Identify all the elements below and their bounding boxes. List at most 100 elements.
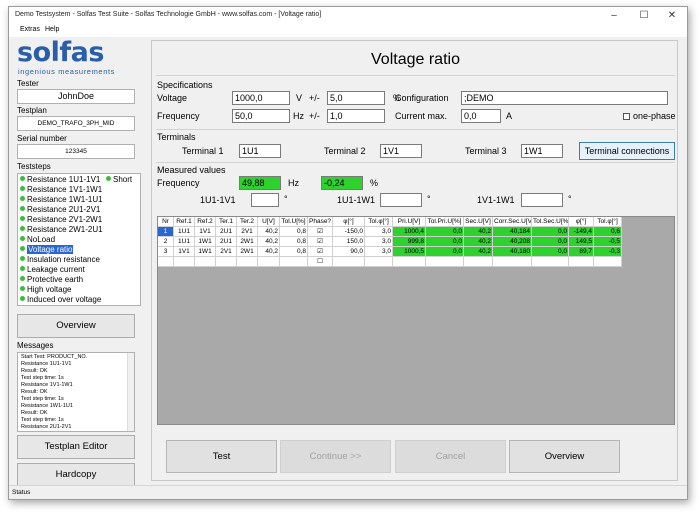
phase-checkbox[interactable]: ☐ xyxy=(308,257,333,267)
column-header[interactable]: Ref.1 xyxy=(174,217,195,227)
frequency-tol-input[interactable]: 1,0 xyxy=(327,109,385,123)
table-cell[interactable]: -150,0 xyxy=(333,227,365,237)
testplan-editor-button[interactable]: Testplan Editor xyxy=(17,435,135,459)
table-cell[interactable] xyxy=(174,257,195,267)
table-cell[interactable] xyxy=(195,257,216,267)
table-cell[interactable]: 2V1 xyxy=(237,227,258,237)
column-header[interactable]: Ter.2 xyxy=(237,217,258,227)
table-cell[interactable]: 3,0 xyxy=(365,247,393,257)
phase-checkbox[interactable]: ☑ xyxy=(308,237,333,247)
table-cell[interactable]: 40,2 xyxy=(464,247,493,257)
table-cell[interactable]: 0,6 xyxy=(594,227,622,237)
table-cell[interactable]: 0,0 xyxy=(532,237,569,247)
table-cell[interactable]: 40,2 xyxy=(258,247,280,257)
phase-checkbox[interactable]: ☑ xyxy=(308,247,333,257)
table-cell[interactable] xyxy=(216,257,237,267)
table-cell[interactable]: 40,2 xyxy=(258,237,280,247)
table-cell[interactable] xyxy=(333,257,365,267)
testplan-field[interactable]: DEMO_TRAFO_3PH_MID xyxy=(17,116,135,131)
table-cell[interactable]: 2U1 xyxy=(216,227,237,237)
table-cell[interactable]: 1U1 xyxy=(174,237,195,247)
short-item[interactable]: Short xyxy=(106,175,132,184)
overview-sidebar-button[interactable]: Overview xyxy=(17,314,135,338)
table-cell[interactable] xyxy=(532,257,569,267)
table-cell[interactable]: -0,3 xyxy=(594,247,622,257)
table-cell[interactable] xyxy=(569,257,594,267)
terminal2-input[interactable]: 1V1 xyxy=(380,144,422,158)
voltage-input[interactable]: 1000,0 xyxy=(232,91,290,105)
table-cell[interactable] xyxy=(426,257,464,267)
table-cell[interactable]: 149,5 xyxy=(569,237,594,247)
table-cell[interactable]: 89,7 xyxy=(569,247,594,257)
tester-field[interactable]: JohnDoe xyxy=(17,89,135,104)
list-item[interactable]: Leakage current xyxy=(20,265,85,274)
column-header[interactable]: Tol.Sec.U[%] xyxy=(532,217,569,227)
table-cell[interactable]: 2U1 xyxy=(216,237,237,247)
terminal-connections-button[interactable]: Terminal connections xyxy=(579,142,675,160)
table-cell[interactable] xyxy=(393,257,426,267)
menu-extras[interactable]: Extras xyxy=(20,26,40,33)
hardcopy-button[interactable]: Hardcopy xyxy=(17,463,135,487)
column-header[interactable]: Tol.Pri.U[%] xyxy=(426,217,464,227)
list-item[interactable]: Resistance 1U1-1V1 xyxy=(20,175,100,184)
column-header[interactable]: U[V] xyxy=(258,217,280,227)
table-cell[interactable] xyxy=(158,257,174,267)
table-cell[interactable]: 3,0 xyxy=(365,237,393,247)
table-cell[interactable] xyxy=(280,257,308,267)
table-cell[interactable]: 40,2 xyxy=(464,237,493,247)
close-icon[interactable]: ✕ xyxy=(657,8,687,24)
column-header[interactable]: Ter.1 xyxy=(216,217,237,227)
overview-button[interactable]: Overview xyxy=(509,440,620,473)
table-cell[interactable]: 90,0 xyxy=(333,247,365,257)
table-cell[interactable]: 0,8 xyxy=(280,237,308,247)
table-cell[interactable]: 2 xyxy=(158,237,174,247)
table-cell[interactable]: 1000,4 xyxy=(393,227,426,237)
table-cell[interactable]: 1V1 xyxy=(195,227,216,237)
table-cell[interactable] xyxy=(594,257,622,267)
list-item[interactable]: Resistance 2W1-2U1 xyxy=(20,225,103,234)
column-header[interactable]: Corr.Sec.U[V] xyxy=(493,217,532,227)
phase-checkbox[interactable]: ☑ xyxy=(308,227,333,237)
table-cell[interactable]: 2W1 xyxy=(237,247,258,257)
table-cell[interactable] xyxy=(365,257,393,267)
menu-help[interactable]: Help xyxy=(45,26,59,33)
table-cell[interactable]: 0,8 xyxy=(280,247,308,257)
table-cell[interactable]: 0,0 xyxy=(426,247,464,257)
list-item[interactable]: NoLoad xyxy=(20,235,55,244)
table-cell[interactable]: 0,8 xyxy=(280,227,308,237)
table-cell[interactable]: 1 xyxy=(158,227,174,237)
table-cell[interactable]: 40,208 xyxy=(493,237,532,247)
list-item[interactable]: Resistance 2U1-2V1 xyxy=(20,205,100,214)
terminal1-input[interactable]: 1U1 xyxy=(239,144,281,158)
messages-list[interactable]: Start Test: PRODUCT_NO. Resistance 1U1-1… xyxy=(17,352,135,432)
list-item[interactable]: Resistance 1V1-1W1 xyxy=(20,185,102,194)
test-button[interactable]: Test xyxy=(166,440,277,473)
list-item[interactable]: Insulation resistance xyxy=(20,255,100,264)
table-cell[interactable] xyxy=(464,257,493,267)
table-cell[interactable]: 0,0 xyxy=(426,227,464,237)
list-item[interactable]: High voltage xyxy=(20,285,71,294)
table-cell[interactable]: 40,184 xyxy=(493,227,532,237)
table-cell[interactable]: 0,0 xyxy=(532,247,569,257)
table-cell[interactable]: 150,0 xyxy=(333,237,365,247)
table-cell[interactable]: 0,0 xyxy=(532,227,569,237)
one-phase-checkbox[interactable] xyxy=(623,113,630,120)
table-cell[interactable]: 3 xyxy=(158,247,174,257)
table-cell[interactable]: 2W1 xyxy=(237,237,258,247)
column-header[interactable]: φ[°] xyxy=(569,217,594,227)
voltage-tol-input[interactable]: 5,0 xyxy=(327,91,385,105)
terminal3-input[interactable]: 1W1 xyxy=(521,144,563,158)
table-cell[interactable]: 40,2 xyxy=(258,227,280,237)
table-cell[interactable] xyxy=(493,257,532,267)
current-max-input[interactable]: 0,0 xyxy=(461,109,501,123)
column-header[interactable]: Tol.φ[°] xyxy=(594,217,622,227)
column-header[interactable]: Tol.U[%] xyxy=(280,217,308,227)
column-header[interactable]: Phase? xyxy=(308,217,333,227)
column-header[interactable]: Ref.2 xyxy=(195,217,216,227)
list-item[interactable]: Resistance 2V1-2W1 xyxy=(20,215,102,224)
table-cell[interactable]: 40,180 xyxy=(493,247,532,257)
table-cell[interactable]: 3,0 xyxy=(365,227,393,237)
table-cell[interactable]: 999,8 xyxy=(393,237,426,247)
table-cell[interactable]: -0,5 xyxy=(594,237,622,247)
table-cell[interactable]: 2V1 xyxy=(216,247,237,257)
